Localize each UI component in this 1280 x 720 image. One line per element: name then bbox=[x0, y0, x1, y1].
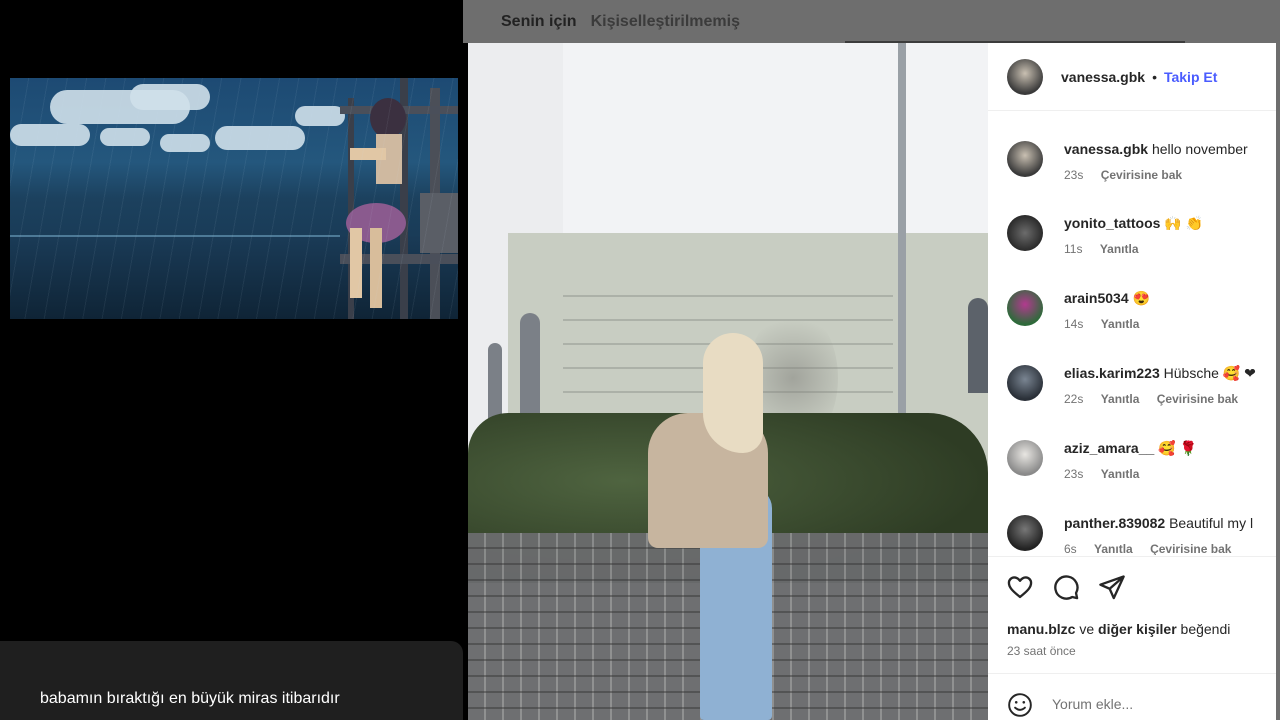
comment-panel: vanessa.gbk • Takip Et vanessa.gbk hello… bbox=[988, 43, 1277, 720]
comment-user[interactable]: panther.839082 bbox=[1064, 515, 1165, 531]
comment-text: vanessa.gbk hello november bbox=[1064, 141, 1248, 157]
post-author[interactable]: vanessa.gbk bbox=[1061, 69, 1145, 85]
comment-input[interactable] bbox=[1052, 696, 1252, 712]
follow-button[interactable]: Takip Et bbox=[1164, 69, 1217, 85]
emoji-icon[interactable] bbox=[1007, 692, 1033, 718]
comment-text: elias.karim223 Hübsche 🥰 ❤ bbox=[1064, 365, 1256, 382]
comment-user[interactable]: elias.karim223 bbox=[1064, 365, 1160, 381]
add-comment-bar bbox=[988, 673, 1277, 720]
comment-user[interactable]: aziz_amara__ bbox=[1064, 440, 1154, 456]
comment-user[interactable]: yonito_tattoos bbox=[1064, 215, 1160, 231]
comment-text: yonito_tattoos 🙌 👏 bbox=[1064, 215, 1203, 232]
comment-meta: 22s Yanıtla Çevirisine bak bbox=[1064, 392, 1252, 406]
avatar[interactable] bbox=[1007, 141, 1043, 177]
avatar[interactable] bbox=[1007, 365, 1043, 401]
comment-meta: 6s Yanıtla Çevirisine bak bbox=[1064, 542, 1245, 555]
avatar[interactable] bbox=[1007, 440, 1043, 476]
likes-summary: manu.blzc ve diğer kişiler beğendi bbox=[1007, 621, 1230, 637]
share-icon[interactable] bbox=[1098, 573, 1126, 601]
comment-time: 22s bbox=[1064, 392, 1084, 406]
avatar[interactable] bbox=[1007, 58, 1043, 95]
like-user[interactable]: manu.blzc bbox=[1007, 621, 1075, 637]
post-time: 23 saat önce bbox=[1007, 644, 1076, 658]
reply-link[interactable]: Yanıtla bbox=[1101, 392, 1140, 406]
comment-time: 11s bbox=[1064, 242, 1083, 256]
feed-tabs: Senin için Kişiselleştirilmemiş bbox=[463, 0, 1280, 43]
comment-list[interactable]: vanessa.gbk hello november 23s Çevirisin… bbox=[988, 112, 1277, 555]
reply-link[interactable]: Yanıtla bbox=[1100, 242, 1139, 256]
likes-suffix: beğendi bbox=[1180, 621, 1231, 637]
comment-time: 23s bbox=[1064, 467, 1084, 481]
comment-time: 6s bbox=[1064, 542, 1077, 555]
comment-meta: 14s Yanıtla bbox=[1064, 317, 1153, 331]
screen: babamın bıraktığı en büyük miras itibarı… bbox=[0, 0, 1280, 720]
action-bar bbox=[988, 556, 1277, 616]
avatar[interactable] bbox=[1007, 515, 1043, 551]
post-header: vanessa.gbk • Takip Et bbox=[988, 43, 1277, 111]
avatar[interactable] bbox=[1007, 215, 1043, 251]
likes-connector: ve bbox=[1079, 621, 1095, 637]
translate-link[interactable]: Çevirisine bak bbox=[1150, 542, 1231, 555]
subtitle-bar bbox=[0, 641, 463, 720]
separator-dot: • bbox=[1152, 68, 1157, 85]
heart-icon[interactable] bbox=[1006, 573, 1034, 601]
video-player[interactable] bbox=[10, 78, 458, 319]
photo-window bbox=[968, 298, 988, 393]
reply-link[interactable]: Yanıtla bbox=[1094, 542, 1133, 555]
comment-text: arain5034 😍 bbox=[1064, 290, 1150, 307]
photo-person-hair bbox=[703, 333, 763, 453]
comment-body: Beautiful my l bbox=[1169, 515, 1254, 531]
post-photo[interactable] bbox=[468, 43, 988, 720]
comment-time: 23s bbox=[1064, 168, 1084, 182]
comment-text: panther.839082 Beautiful my l bbox=[1064, 515, 1253, 531]
tab-for-you[interactable]: Senin için bbox=[501, 13, 577, 31]
comment-meta: 11s Yanıtla bbox=[1064, 242, 1153, 256]
comment-meta: 23s Yanıtla bbox=[1064, 467, 1153, 481]
translate-link[interactable]: Çevirisine bak bbox=[1157, 392, 1238, 406]
like-others-link[interactable]: diğer kişiler bbox=[1098, 621, 1177, 637]
overlay-edge bbox=[1276, 43, 1280, 720]
comment-user[interactable]: arain5034 bbox=[1064, 290, 1129, 306]
comment-body: 🙌 👏 bbox=[1164, 215, 1204, 231]
rain-overlay bbox=[10, 78, 458, 319]
comment-body: 🥰 🌹 bbox=[1158, 440, 1197, 456]
avatar[interactable] bbox=[1007, 290, 1043, 326]
translate-link[interactable]: Çevirisine bak bbox=[1101, 168, 1182, 182]
comment-body: 😍 bbox=[1132, 290, 1150, 306]
comment-text: aziz_amara__ 🥰 🌹 bbox=[1064, 440, 1197, 457]
comment-user[interactable]: vanessa.gbk bbox=[1064, 141, 1148, 157]
comment-body: Hübsche 🥰 ❤ bbox=[1163, 365, 1256, 381]
reply-link[interactable]: Yanıtla bbox=[1101, 317, 1140, 331]
tab-non-personalized[interactable]: Kişiselleştirilmemiş bbox=[591, 13, 740, 31]
video-subtitle: babamın bıraktığı en büyük miras itibarı… bbox=[40, 690, 340, 707]
photo-pipe bbox=[898, 43, 906, 418]
comment-meta: 23s Çevirisine bak bbox=[1064, 168, 1196, 182]
comment-body: hello november bbox=[1151, 141, 1248, 157]
comment-time: 14s bbox=[1064, 317, 1084, 331]
reply-link[interactable]: Yanıtla bbox=[1101, 467, 1140, 481]
comment-icon[interactable] bbox=[1052, 573, 1080, 601]
video-panel: babamın bıraktığı en büyük miras itibarı… bbox=[0, 0, 463, 720]
